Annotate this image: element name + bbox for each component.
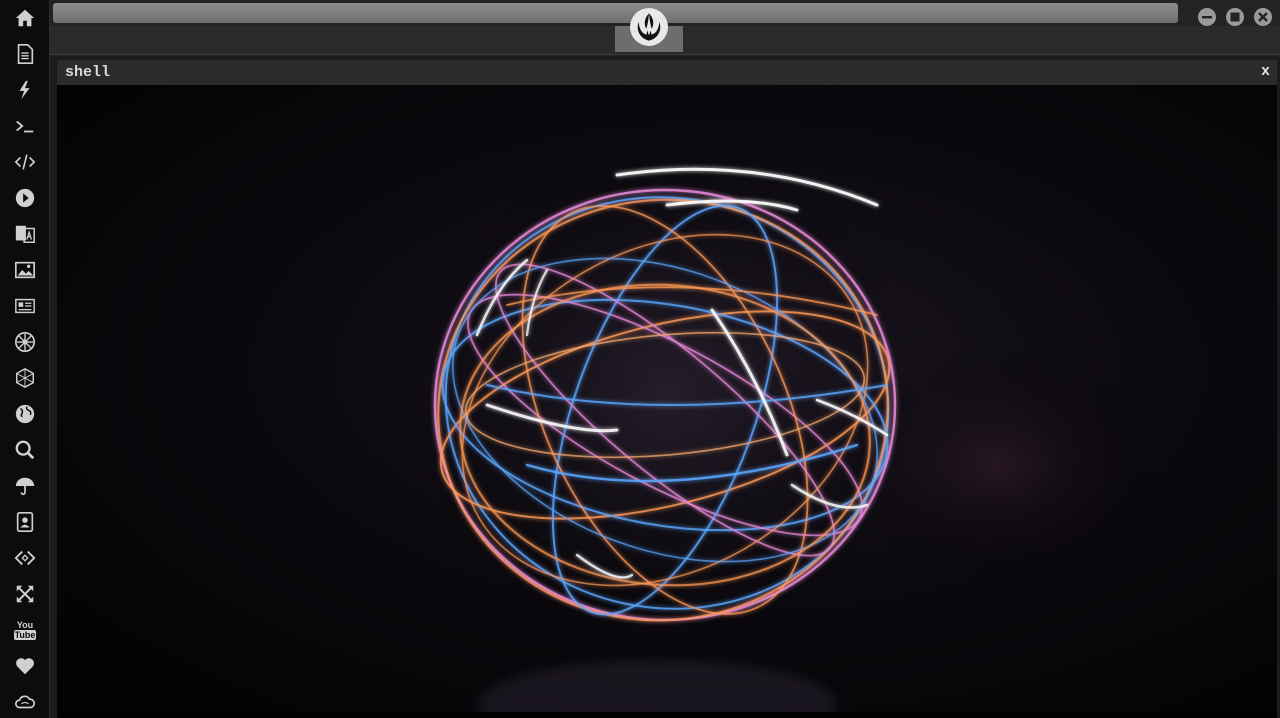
video-viewport[interactable] <box>57 85 1277 712</box>
window-close-button[interactable]: x <box>1261 63 1270 80</box>
hexagon-network-icon[interactable] <box>13 366 37 390</box>
shell-window: shell x <box>57 60 1277 718</box>
minimize-icon[interactable] <box>1198 8 1216 26</box>
window-title: shell <box>65 64 111 81</box>
heart-icon[interactable] <box>13 654 37 678</box>
document-icon[interactable] <box>13 42 37 66</box>
search-icon[interactable] <box>13 438 37 462</box>
galactic-empire-icon[interactable] <box>13 330 37 354</box>
top-bar <box>50 0 1280 56</box>
globe-icon[interactable] <box>13 402 37 426</box>
play-icon[interactable] <box>13 186 37 210</box>
home-icon[interactable] <box>13 6 37 30</box>
terminal-icon[interactable] <box>13 114 37 138</box>
address-book-icon[interactable] <box>13 510 37 534</box>
code-icon[interactable] <box>13 150 37 174</box>
image-icon[interactable] <box>13 258 37 282</box>
youtube-text-top: You <box>16 620 34 630</box>
address-bar[interactable] <box>53 3 1178 23</box>
umbrella-icon[interactable] <box>13 474 37 498</box>
glowing-orb-image <box>407 135 1167 712</box>
youtube-icon[interactable]: You Tube <box>13 618 37 642</box>
close-icon[interactable] <box>1254 8 1272 26</box>
youtube-text-bottom: Tube <box>13 630 37 640</box>
window-titlebar[interactable]: shell x <box>57 60 1277 86</box>
newspaper-icon[interactable] <box>13 294 37 318</box>
rebel-alliance-icon[interactable] <box>630 8 668 46</box>
translate-icon[interactable] <box>13 222 37 246</box>
lightning-icon[interactable] <box>13 78 37 102</box>
maximize-icon[interactable] <box>1226 8 1244 26</box>
cloud-icon[interactable] <box>13 690 37 714</box>
expand-icon[interactable] <box>13 582 37 606</box>
embed-code-icon[interactable] <box>13 546 37 570</box>
sidebar: You Tube <box>0 0 50 718</box>
